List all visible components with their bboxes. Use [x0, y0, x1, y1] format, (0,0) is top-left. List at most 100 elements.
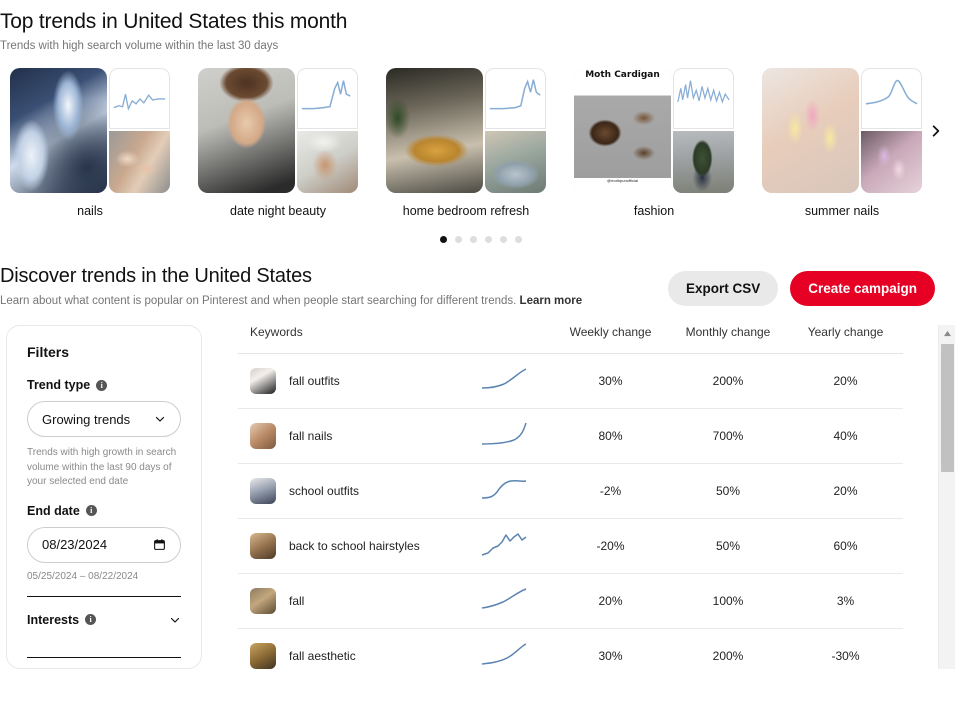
sparkline-icon: [861, 68, 922, 129]
weekly-change-cell: -2%: [553, 463, 668, 519]
card-sub-image: [673, 131, 734, 193]
carousel-pagination: [0, 236, 961, 243]
trendline-cell: [463, 628, 553, 669]
info-icon[interactable]: i: [85, 505, 97, 516]
table-row[interactable]: fall aesthetic 30% 200% -30%: [238, 628, 903, 669]
table-row[interactable]: back to school hairstyles -20% 50% 60%: [238, 518, 903, 574]
card-sub-image: [109, 131, 170, 193]
sparkline-icon: [481, 479, 527, 499]
chevron-right-icon: [932, 125, 940, 137]
chevron-down-icon: [170, 617, 180, 623]
card-main-image: [198, 68, 295, 193]
discover-content: Filters Trend type i Growing trends Tren…: [0, 325, 961, 669]
carousel-dot-3[interactable]: [469, 236, 477, 243]
scroll-up-button[interactable]: [939, 325, 955, 342]
calendar-icon[interactable]: [153, 538, 166, 551]
table-row[interactable]: fall 20% 100% 3%: [238, 573, 903, 629]
keyword-label: fall: [289, 594, 305, 608]
filters-heading: Filters: [27, 344, 70, 360]
card-label: fashion: [633, 204, 675, 218]
keyword-cell: fall outfits: [238, 353, 463, 409]
card-side: [485, 68, 546, 193]
trendline-cell: [463, 518, 553, 574]
keyword-label: school outfits: [289, 484, 360, 498]
end-date-input[interactable]: 08/23/2024: [27, 526, 181, 563]
info-icon[interactable]: i: [96, 379, 108, 391]
column-header-keywords[interactable]: Keywords: [238, 325, 463, 354]
keyword-cell: fall nails: [238, 408, 463, 464]
keyword-label: fall nails: [289, 429, 333, 443]
card-side: [297, 68, 358, 193]
pin-overlay-handle: @mothpunofficial: [607, 178, 638, 183]
carousel-dot-1[interactable]: [439, 236, 447, 243]
end-date-label: End date i: [27, 504, 181, 518]
trend-card-summer-nails[interactable]: summer nails: [762, 68, 922, 218]
column-header-yearly-change[interactable]: Yearly change: [788, 325, 903, 354]
carousel-next-button[interactable]: [923, 118, 949, 144]
yearly-change-cell: -30%: [788, 628, 903, 669]
create-campaign-button[interactable]: Create campaign: [790, 271, 935, 306]
scroll-up-arrow-icon: [944, 330, 951, 337]
column-header-trendline: [463, 325, 553, 354]
table-scrollbar[interactable]: [938, 325, 955, 669]
carousel-dot-4[interactable]: [484, 236, 492, 243]
chevron-down-icon: [155, 416, 165, 422]
sparkline-icon: [673, 68, 734, 129]
card-main-image: [386, 68, 483, 193]
trend-type-select[interactable]: Growing trends: [27, 401, 181, 437]
keyword-thumbnail: [250, 643, 276, 669]
card-media: [762, 68, 922, 193]
sparkline-icon: [297, 68, 358, 129]
card-sub-image: [485, 131, 546, 193]
interests-accordion[interactable]: Interests i: [27, 597, 181, 643]
trendline-cell: [463, 408, 553, 464]
interests-label: Interests i: [27, 612, 97, 627]
learn-more-link[interactable]: Learn more: [520, 295, 583, 307]
weekly-change-cell: 20%: [553, 573, 668, 629]
trend-card-nails[interactable]: nails: [10, 68, 170, 218]
monthly-change-cell: 200%: [668, 353, 788, 409]
sparkline-icon: [481, 643, 527, 665]
table-header-row: Keywords Weekly change Monthly change Ye…: [238, 325, 903, 354]
trends-table: Keywords Weekly change Monthly change Ye…: [238, 325, 903, 669]
export-csv-button[interactable]: Export CSV: [667, 271, 779, 306]
top-trends-section: Top trends in United States this month T…: [0, 0, 961, 243]
trend-card-date-night-beauty[interactable]: date night beauty: [198, 68, 358, 218]
end-date-range-text: 05/25/2024 – 08/22/2024: [27, 570, 139, 582]
table-body: fall outfits 30% 200% 20% fall nails 80%…: [238, 353, 903, 669]
card-main-image: Moth Cardigan @mothpunofficial: [574, 68, 671, 193]
keyword-cell: fall: [238, 573, 463, 629]
table-header: Keywords Weekly change Monthly change Ye…: [238, 325, 903, 354]
trend-card-fashion[interactable]: Moth Cardigan @mothpunofficial fashion: [574, 68, 734, 218]
scrollbar-thumb[interactable]: [941, 344, 954, 472]
trends-table-container: Keywords Weekly change Monthly change Ye…: [238, 325, 955, 669]
discover-trends-section: Discover trends in the United States Lea…: [0, 265, 961, 669]
pin-overlay-title: Moth Cardigan: [585, 70, 660, 80]
carousel-dot-2[interactable]: [454, 236, 462, 243]
info-icon[interactable]: i: [85, 614, 97, 625]
trend-type-help-text: Trends with high growth in search volume…: [27, 447, 177, 487]
carousel-dot-6[interactable]: [514, 236, 522, 243]
weekly-change-cell: 30%: [553, 628, 668, 669]
card-side: [673, 68, 734, 193]
trend-card-home-bedroom-refresh[interactable]: home bedroom refresh: [386, 68, 546, 218]
sparkline-icon: [485, 68, 546, 129]
carousel-track: nails date night beauty home bedroom ref…: [0, 68, 961, 218]
trend-type-label: Trend type i: [27, 378, 181, 392]
keyword-cell: school outfits: [238, 463, 463, 519]
trend-type-label-text: Trend type: [27, 378, 91, 392]
table-row[interactable]: fall outfits 30% 200% 20%: [238, 353, 903, 409]
table-row[interactable]: fall nails 80% 700% 40%: [238, 408, 903, 464]
card-main-image: [10, 68, 107, 193]
column-header-weekly-change[interactable]: Weekly change: [553, 325, 668, 354]
table-row[interactable]: school outfits -2% 50% 20%: [238, 463, 903, 519]
trendline-cell: [463, 463, 553, 519]
keyword-thumbnail: [250, 423, 276, 449]
card-media: [10, 68, 170, 193]
column-header-monthly-change[interactable]: Monthly change: [668, 325, 788, 354]
monthly-change-cell: 700%: [668, 408, 788, 464]
interests-label-text: Interests: [27, 612, 80, 627]
card-label: nails: [77, 204, 103, 218]
sparkline-icon: [481, 422, 527, 445]
carousel-dot-5[interactable]: [499, 236, 507, 243]
